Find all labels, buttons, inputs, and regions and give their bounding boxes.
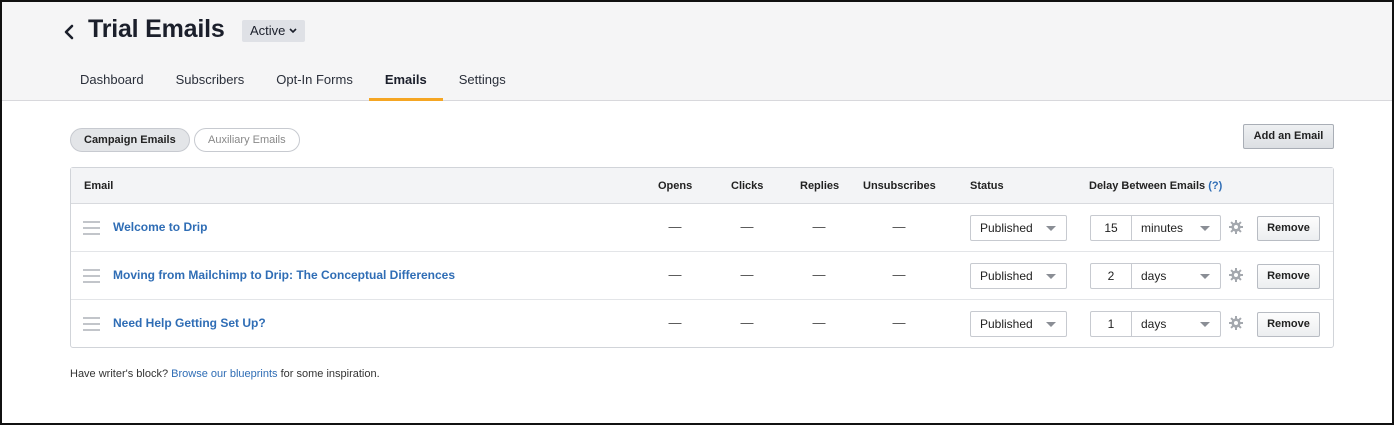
table-row: Need Help Getting Set Up? — — — — Publis… — [71, 300, 1333, 348]
table-header: Email Opens Clicks Replies Unsubscribes … — [71, 168, 1333, 204]
page-title: Trial Emails — [88, 15, 225, 43]
page-header: Trial Emails Active Dashboard Subscriber… — [2, 2, 1392, 101]
unsubscribes-value: — — [892, 315, 906, 330]
tab-dashboard[interactable]: Dashboard — [64, 62, 160, 101]
tab-subscribers[interactable]: Subscribers — [160, 62, 261, 101]
status-dropdown[interactable]: Active — [242, 20, 306, 42]
drag-handle-icon[interactable] — [83, 269, 100, 283]
gear-icon[interactable] — [1228, 315, 1244, 331]
auxiliary-emails-toggle[interactable]: Auxiliary Emails — [194, 128, 300, 152]
column-status: Status — [970, 180, 1004, 192]
remove-button[interactable]: Remove — [1257, 216, 1320, 241]
delay-help-link[interactable]: (?) — [1208, 180, 1222, 192]
delay-unit-value: minutes — [1141, 221, 1184, 235]
table-row: Moving from Mailchimp to Drip: The Conce… — [71, 252, 1333, 300]
email-link[interactable]: Moving from Mailchimp to Drip: The Conce… — [113, 268, 455, 282]
unsubscribes-value: — — [892, 267, 906, 282]
caret-down-icon — [1046, 226, 1056, 231]
caret-down-icon — [1200, 274, 1210, 279]
campaign-emails-toggle[interactable]: Campaign Emails — [70, 128, 190, 152]
status-select[interactable]: Published — [970, 263, 1067, 289]
gear-icon[interactable] — [1228, 219, 1244, 235]
status-select[interactable]: Published — [970, 311, 1067, 337]
remove-button[interactable]: Remove — [1257, 312, 1320, 337]
replies-value: — — [812, 219, 826, 234]
delay-unit-select[interactable]: days — [1131, 263, 1221, 289]
delay-unit-value: days — [1141, 317, 1167, 331]
replies-value: — — [812, 267, 826, 282]
chevron-left-icon — [64, 24, 74, 40]
drag-handle-icon[interactable] — [83, 221, 100, 235]
caret-down-icon — [1200, 322, 1210, 327]
delay-value-input[interactable]: 15 — [1090, 215, 1132, 241]
nav-tabs: Dashboard Subscribers Opt-In Forms Email… — [64, 62, 522, 101]
opens-value: — — [668, 219, 682, 234]
column-delay-label: Delay Between Emails — [1089, 180, 1206, 192]
caret-down-icon — [1046, 322, 1056, 327]
column-unsubscribes: Unsubscribes — [863, 180, 936, 192]
clicks-value: — — [740, 315, 754, 330]
status-select-value: Published — [980, 221, 1033, 235]
tab-opt-in-forms[interactable]: Opt-In Forms — [260, 62, 369, 101]
column-email: Email — [84, 180, 114, 192]
delay-value-input[interactable]: 2 — [1090, 263, 1132, 289]
footer-suffix: for some inspiration. — [280, 368, 380, 380]
caret-down-icon — [1200, 226, 1210, 231]
email-link[interactable]: Need Help Getting Set Up? — [113, 316, 266, 330]
clicks-value: — — [740, 219, 754, 234]
tab-emails[interactable]: Emails — [368, 62, 443, 101]
tab-settings[interactable]: Settings — [443, 62, 522, 101]
delay-unit-select[interactable]: days — [1131, 311, 1221, 337]
caret-down-icon — [1046, 274, 1056, 279]
status-select-value: Published — [980, 269, 1033, 283]
status-select[interactable]: Published — [970, 215, 1067, 241]
column-replies: Replies — [800, 180, 840, 192]
blueprints-link[interactable]: Browse our blueprints — [171, 368, 277, 380]
footer-prefix: Have writer's block? — [70, 368, 169, 380]
column-opens: Opens — [658, 180, 693, 192]
status-label: Active — [250, 23, 286, 38]
column-delay: Delay Between Emails (?) — [1089, 180, 1222, 192]
clicks-value: — — [740, 267, 754, 282]
footer-hint: Have writer's block? Browse our blueprin… — [70, 368, 380, 380]
unsubscribes-value: — — [892, 219, 906, 234]
delay-value-input[interactable]: 1 — [1090, 311, 1132, 337]
delay-unit-select[interactable]: minutes — [1131, 215, 1221, 241]
chevron-down-icon — [289, 28, 297, 34]
opens-value: — — [668, 267, 682, 282]
add-email-button[interactable]: Add an Email — [1243, 124, 1334, 149]
delay-unit-value: days — [1141, 269, 1167, 283]
table-row: Welcome to Drip — — — — Published 15 min… — [71, 204, 1333, 252]
status-select-value: Published — [980, 317, 1033, 331]
column-clicks: Clicks — [731, 180, 764, 192]
replies-value: — — [812, 315, 826, 330]
drag-handle-icon[interactable] — [83, 317, 100, 331]
gear-icon[interactable] — [1228, 267, 1244, 283]
emails-table: Email Opens Clicks Replies Unsubscribes … — [70, 167, 1334, 348]
remove-button[interactable]: Remove — [1257, 264, 1320, 289]
opens-value: — — [668, 315, 682, 330]
back-button[interactable] — [62, 21, 76, 43]
email-link[interactable]: Welcome to Drip — [113, 220, 207, 234]
